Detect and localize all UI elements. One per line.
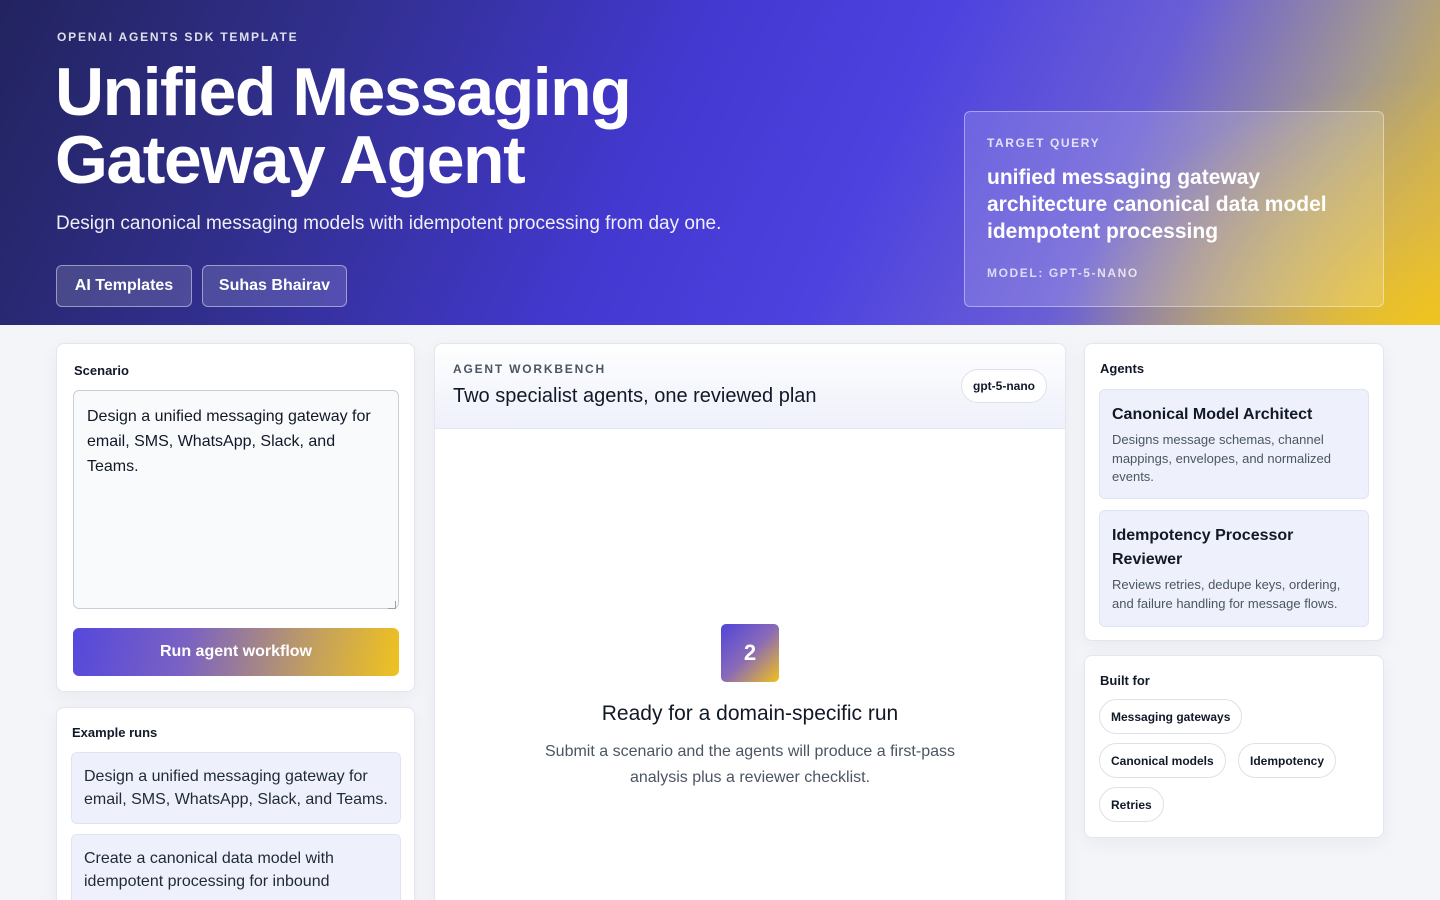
example-runs-panel: Example runs Design a unified messaging … [56,707,415,900]
agent-name: Idempotency Processor Reviewer [1112,527,1294,568]
run-agent-workflow-button[interactable]: Run agent workflow [73,628,399,676]
workbench-header: AGENT WORKBENCH Two specialist agents, o… [435,344,1065,429]
built-for-heading: Built for [1100,673,1150,688]
tag-idempotency: Idempotency [1238,743,1337,778]
tag-messaging-gateways: Messaging gateways [1099,699,1243,734]
page-title-line-2: Gateway Agent [55,122,526,198]
agent-card-canonical-model-architect: Canonical Model Architect Designs messag… [1099,389,1369,499]
example-runs-heading: Example runs [72,725,158,740]
hero-subtitle: Design canonical messaging models with i… [56,213,722,234]
empty-state-description: Submit a scenario and the agents will pr… [545,743,955,786]
step-count-badge: 2 [721,624,779,682]
model-badge: gpt-5-nano [961,369,1047,403]
page-title: Unified Messaging Gateway Agent [55,58,775,194]
target-model-label: MODEL: GPT-5-NANO [987,266,1139,280]
scenario-textarea[interactable]: Design a unified messaging gateway for e… [73,390,399,609]
agent-name: Canonical Model Architect [1112,406,1313,423]
agents-heading: Agents [1100,361,1145,376]
page-title-line-1: Unified Messaging [55,54,632,130]
scenario-panel: Scenario Design a unified messaging gate… [56,343,415,692]
hero-banner: OPENAI AGENTS SDK TEMPLATE Unified Messa… [0,0,1440,325]
hero-eyebrow: OPENAI AGENTS SDK TEMPLATE [57,30,299,44]
agent-description: Reviews retries, dedupe keys, ordering, … [1112,577,1341,611]
target-query-card: TARGET QUERY unified messaging gateway a… [964,111,1384,307]
workbench-eyebrow: AGENT WORKBENCH [453,362,606,376]
target-query-label: TARGET QUERY [987,136,1101,150]
agents-panel: Agents Canonical Model Architect Designs… [1084,343,1384,641]
empty-state-title: Ready for a domain-specific run [601,702,899,725]
target-query-text: unified messaging gateway architecture c… [987,166,1327,243]
example-run-item[interactable]: Create a canonical data model with idemp… [71,834,401,900]
author-button[interactable]: Suhas Bhairav [202,265,347,307]
agent-description: Designs message schemas, channel mapping… [1112,432,1331,484]
built-for-panel: Built for Messaging gateways Canonical m… [1084,655,1384,838]
ai-templates-button[interactable]: AI Templates [56,265,192,307]
textarea-resize-handle[interactable] [388,601,396,609]
tag-canonical-models: Canonical models [1099,743,1226,778]
example-run-item[interactable]: Design a unified messaging gateway for e… [71,752,401,824]
tag-retries: Retries [1099,787,1164,822]
agent-card-idempotency-processor-reviewer: Idempotency Processor Reviewer Reviews r… [1099,510,1369,627]
scenario-heading: Scenario [74,363,129,378]
agent-workbench-panel: AGENT WORKBENCH Two specialist agents, o… [434,343,1066,900]
workbench-title: Two specialist agents, one reviewed plan [453,385,817,407]
